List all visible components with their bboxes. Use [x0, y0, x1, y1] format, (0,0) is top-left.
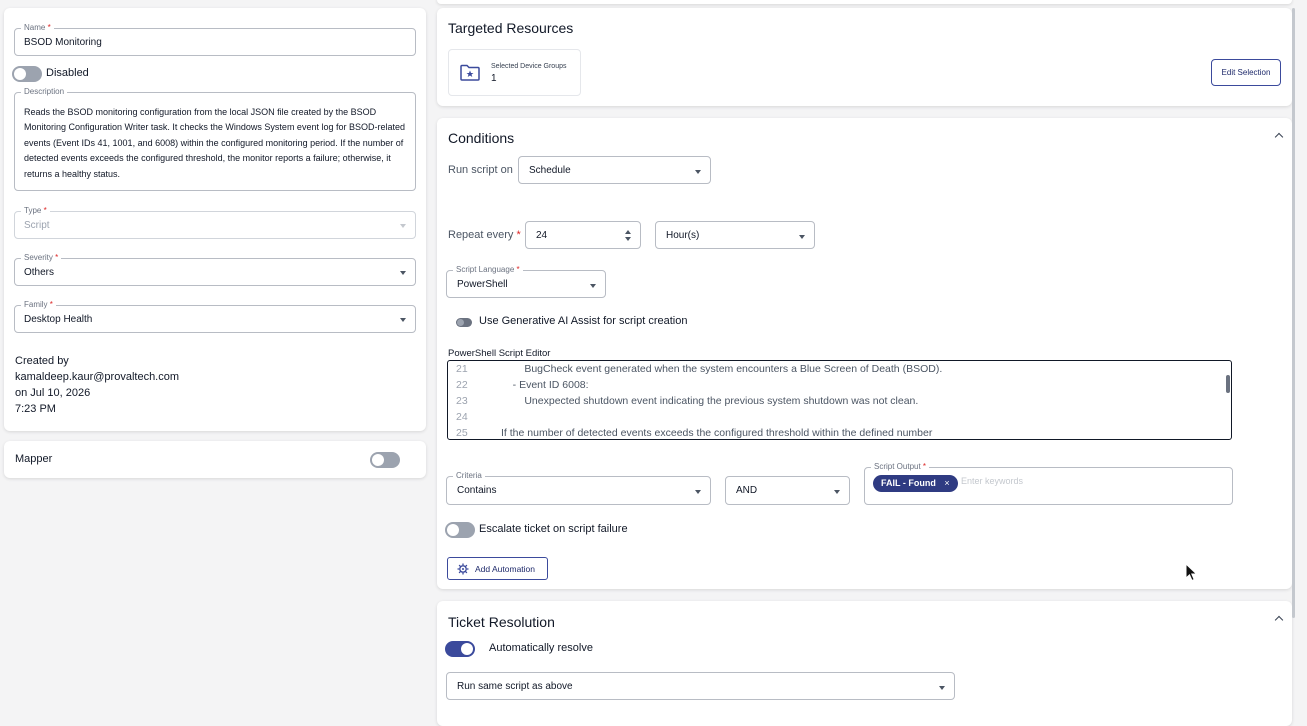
gear-add-icon — [457, 563, 469, 575]
selected-device-groups-label: Selected Device Groups — [491, 63, 567, 70]
page-scrollbar[interactable] — [1292, 8, 1295, 618]
close-icon[interactable]: × — [944, 478, 949, 488]
type-label: Type — [24, 206, 42, 215]
run-script-on-select[interactable]: Schedule — [518, 156, 711, 184]
chevron-down-icon — [799, 235, 805, 239]
severity-select[interactable]: Severity * Others — [14, 253, 416, 286]
run-script-on-value: Schedule — [529, 165, 571, 176]
criteria-value: Contains — [457, 485, 497, 496]
enabled-toggle-label: Disabled — [46, 67, 89, 79]
logic-select[interactable]: AND — [725, 476, 850, 505]
chevron-down-icon — [834, 490, 840, 494]
repeat-unit-select[interactable]: Hour(s) — [655, 221, 815, 249]
script-output-input[interactable]: Script Output * FAIL - Found × Enter key… — [864, 462, 1233, 505]
script-editor[interactable]: 21 BugCheck event generated when the sys… — [447, 360, 1232, 440]
folder-star-icon — [460, 64, 480, 81]
script-language-select[interactable]: Script Language * PowerShell — [446, 265, 606, 298]
criteria-label: Criteria — [453, 471, 485, 481]
ai-assist-toggle[interactable] — [456, 318, 472, 327]
mapper-label: Mapper — [15, 453, 53, 465]
conditions-card — [437, 118, 1292, 589]
selected-device-groups-count: 1 — [491, 73, 497, 84]
ai-assist-label: Use Generative AI Assist for script crea… — [479, 315, 688, 327]
edit-selection-label: Edit Selection — [1221, 68, 1271, 77]
run-script-on-label: Run script on — [448, 164, 513, 176]
script-output-placeholder: Enter keywords — [961, 476, 1024, 486]
family-select[interactable]: Family * Desktop Health — [14, 300, 416, 333]
add-automation-button[interactable]: Add Automation — [447, 557, 548, 580]
repeat-every-text: Repeat every — [448, 229, 514, 241]
repeat-unit-value: Hour(s) — [666, 230, 700, 241]
description-value: Reads the BSOD monitoring configuration … — [24, 107, 405, 179]
selected-device-groups-tile[interactable]: Selected Device Groups 1 — [448, 49, 581, 96]
chevron-down-icon — [695, 170, 701, 174]
script-editor-label: PowerShell Script Editor — [448, 348, 551, 359]
auto-resolve-toggle[interactable] — [445, 641, 475, 657]
script-language-value: PowerShell — [457, 279, 508, 290]
created-by-email: kamaldeep.kaur@provaltech.com — [15, 371, 180, 383]
created-time: 7:23 PM — [15, 403, 56, 415]
mapper-toggle[interactable] — [370, 452, 400, 468]
script-output-label: Script Output — [874, 462, 921, 471]
repeat-every-label: Repeat every * — [448, 229, 521, 241]
criteria-select[interactable]: Criteria Contains — [446, 471, 711, 505]
chevron-down-icon — [400, 318, 406, 322]
enabled-toggle[interactable] — [12, 66, 42, 82]
keyword-chip: FAIL - Found × — [873, 475, 958, 492]
severity-value: Others — [24, 267, 55, 278]
mapper-card — [4, 441, 426, 478]
targeted-resources-title: Targeted Resources — [448, 20, 574, 36]
escalate-toggle[interactable] — [445, 522, 475, 538]
created-by-label: Created by — [15, 355, 69, 367]
family-label: Family — [24, 300, 48, 309]
chevron-down-icon — [400, 224, 406, 228]
resolve-method-value: Run same script as above — [457, 681, 573, 692]
type-select[interactable]: Type * Script — [14, 206, 416, 239]
repeat-every-value: 24 — [536, 230, 548, 241]
chevron-down-icon — [590, 284, 596, 288]
severity-label: Severity — [24, 253, 53, 262]
escalate-label: Escalate ticket on script failure — [479, 523, 628, 535]
keyword-chip-label: FAIL - Found — [881, 478, 936, 488]
ticket-resolution-card — [437, 601, 1292, 726]
mouse-cursor-icon — [1185, 563, 1198, 582]
description-field[interactable]: Description Reads the BSOD monitoring co… — [14, 87, 416, 191]
chevron-down-icon — [695, 490, 701, 494]
name-label: Name — [24, 23, 46, 32]
editor-scrollbar[interactable] — [1226, 375, 1230, 393]
created-info: Created by kamaldeep.kaur@provaltech.com… — [15, 353, 179, 417]
ticket-resolution-title: Ticket Resolution — [448, 614, 555, 630]
type-value: Script — [24, 220, 50, 231]
stepper-icon[interactable] — [625, 230, 631, 242]
resolve-method-select[interactable]: Run same script as above — [446, 672, 955, 700]
chevron-down-icon — [939, 686, 945, 690]
created-date: on Jul 10, 2026 — [15, 387, 91, 399]
auto-resolve-label: Automatically resolve — [489, 642, 593, 654]
family-value: Desktop Health — [24, 314, 93, 325]
chevron-down-icon — [400, 271, 406, 275]
top-strip — [437, 0, 1292, 4]
script-language-label: Script Language — [456, 265, 515, 274]
edit-selection-button[interactable]: Edit Selection — [1211, 59, 1281, 86]
repeat-every-input[interactable]: 24 — [525, 221, 641, 249]
add-automation-label: Add Automation — [475, 564, 536, 574]
name-value: BSOD Monitoring — [24, 37, 102, 48]
conditions-title: Conditions — [448, 130, 515, 146]
description-label: Description — [21, 87, 68, 97]
name-field[interactable]: Name * BSOD Monitoring — [14, 23, 416, 56]
logic-value: AND — [736, 485, 758, 496]
